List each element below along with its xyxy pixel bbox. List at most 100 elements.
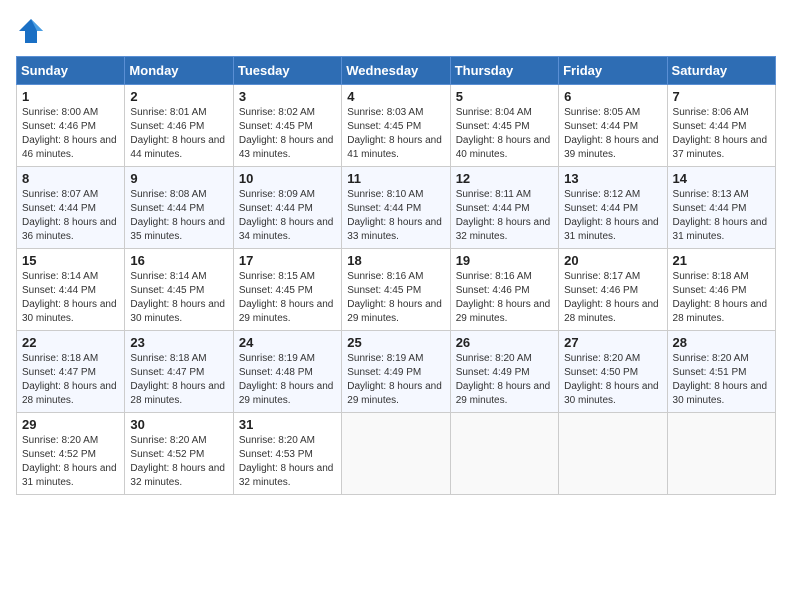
- day-number: 15: [22, 253, 119, 268]
- calendar-cell: 9 Sunrise: 8:08 AM Sunset: 4:44 PM Dayli…: [125, 167, 233, 249]
- calendar-cell: 23 Sunrise: 8:18 AM Sunset: 4:47 PM Dayl…: [125, 331, 233, 413]
- day-number: 14: [673, 171, 770, 186]
- calendar-cell: 10 Sunrise: 8:09 AM Sunset: 4:44 PM Dayl…: [233, 167, 341, 249]
- calendar-header-saturday: Saturday: [667, 57, 775, 85]
- calendar-cell: 15 Sunrise: 8:14 AM Sunset: 4:44 PM Dayl…: [17, 249, 125, 331]
- day-info: Sunrise: 8:02 AM Sunset: 4:45 PM Dayligh…: [239, 107, 334, 160]
- day-info: Sunrise: 8:03 AM Sunset: 4:45 PM Dayligh…: [347, 107, 442, 160]
- calendar-cell: [667, 413, 775, 495]
- day-number: 5: [456, 89, 553, 104]
- day-number: 3: [239, 89, 336, 104]
- calendar-header-thursday: Thursday: [450, 57, 558, 85]
- day-number: 13: [564, 171, 661, 186]
- day-info: Sunrise: 8:18 AM Sunset: 4:47 PM Dayligh…: [130, 353, 225, 406]
- day-info: Sunrise: 8:01 AM Sunset: 4:46 PM Dayligh…: [130, 107, 225, 160]
- calendar-cell: 20 Sunrise: 8:17 AM Sunset: 4:46 PM Dayl…: [559, 249, 667, 331]
- calendar-cell: 5 Sunrise: 8:04 AM Sunset: 4:45 PM Dayli…: [450, 85, 558, 167]
- day-number: 25: [347, 335, 444, 350]
- day-info: Sunrise: 8:14 AM Sunset: 4:44 PM Dayligh…: [22, 271, 117, 324]
- calendar-cell: 7 Sunrise: 8:06 AM Sunset: 4:44 PM Dayli…: [667, 85, 775, 167]
- day-info: Sunrise: 8:18 AM Sunset: 4:47 PM Dayligh…: [22, 353, 117, 406]
- day-info: Sunrise: 8:20 AM Sunset: 4:50 PM Dayligh…: [564, 353, 659, 406]
- day-number: 19: [456, 253, 553, 268]
- day-number: 21: [673, 253, 770, 268]
- calendar-week-2: 8 Sunrise: 8:07 AM Sunset: 4:44 PM Dayli…: [17, 167, 776, 249]
- day-info: Sunrise: 8:20 AM Sunset: 4:53 PM Dayligh…: [239, 435, 334, 488]
- calendar-header-sunday: Sunday: [17, 57, 125, 85]
- day-info: Sunrise: 8:16 AM Sunset: 4:45 PM Dayligh…: [347, 271, 442, 324]
- logo-icon: [16, 16, 46, 46]
- calendar-cell: 29 Sunrise: 8:20 AM Sunset: 4:52 PM Dayl…: [17, 413, 125, 495]
- day-number: 28: [673, 335, 770, 350]
- day-number: 10: [239, 171, 336, 186]
- day-number: 30: [130, 417, 227, 432]
- calendar-cell: 17 Sunrise: 8:15 AM Sunset: 4:45 PM Dayl…: [233, 249, 341, 331]
- calendar-cell: 18 Sunrise: 8:16 AM Sunset: 4:45 PM Dayl…: [342, 249, 450, 331]
- calendar-cell: 1 Sunrise: 8:00 AM Sunset: 4:46 PM Dayli…: [17, 85, 125, 167]
- day-info: Sunrise: 8:19 AM Sunset: 4:49 PM Dayligh…: [347, 353, 442, 406]
- calendar-cell: 24 Sunrise: 8:19 AM Sunset: 4:48 PM Dayl…: [233, 331, 341, 413]
- calendar-cell: 12 Sunrise: 8:11 AM Sunset: 4:44 PM Dayl…: [450, 167, 558, 249]
- day-info: Sunrise: 8:08 AM Sunset: 4:44 PM Dayligh…: [130, 189, 225, 242]
- day-info: Sunrise: 8:18 AM Sunset: 4:46 PM Dayligh…: [673, 271, 768, 324]
- calendar-header-row: SundayMondayTuesdayWednesdayThursdayFrid…: [17, 57, 776, 85]
- calendar-cell: 3 Sunrise: 8:02 AM Sunset: 4:45 PM Dayli…: [233, 85, 341, 167]
- calendar-cell: 8 Sunrise: 8:07 AM Sunset: 4:44 PM Dayli…: [17, 167, 125, 249]
- day-number: 29: [22, 417, 119, 432]
- calendar-cell: 11 Sunrise: 8:10 AM Sunset: 4:44 PM Dayl…: [342, 167, 450, 249]
- day-number: 12: [456, 171, 553, 186]
- day-info: Sunrise: 8:20 AM Sunset: 4:49 PM Dayligh…: [456, 353, 551, 406]
- day-info: Sunrise: 8:11 AM Sunset: 4:44 PM Dayligh…: [456, 189, 551, 242]
- day-number: 27: [564, 335, 661, 350]
- day-info: Sunrise: 8:06 AM Sunset: 4:44 PM Dayligh…: [673, 107, 768, 160]
- day-number: 6: [564, 89, 661, 104]
- day-number: 1: [22, 89, 119, 104]
- calendar-cell: 16 Sunrise: 8:14 AM Sunset: 4:45 PM Dayl…: [125, 249, 233, 331]
- calendar-cell: [450, 413, 558, 495]
- calendar-cell: 4 Sunrise: 8:03 AM Sunset: 4:45 PM Dayli…: [342, 85, 450, 167]
- calendar-week-3: 15 Sunrise: 8:14 AM Sunset: 4:44 PM Dayl…: [17, 249, 776, 331]
- day-info: Sunrise: 8:19 AM Sunset: 4:48 PM Dayligh…: [239, 353, 334, 406]
- day-number: 26: [456, 335, 553, 350]
- day-number: 4: [347, 89, 444, 104]
- calendar-cell: 25 Sunrise: 8:19 AM Sunset: 4:49 PM Dayl…: [342, 331, 450, 413]
- calendar-cell: 14 Sunrise: 8:13 AM Sunset: 4:44 PM Dayl…: [667, 167, 775, 249]
- day-info: Sunrise: 8:20 AM Sunset: 4:52 PM Dayligh…: [130, 435, 225, 488]
- day-info: Sunrise: 8:13 AM Sunset: 4:44 PM Dayligh…: [673, 189, 768, 242]
- day-number: 8: [22, 171, 119, 186]
- day-number: 16: [130, 253, 227, 268]
- calendar-body: 1 Sunrise: 8:00 AM Sunset: 4:46 PM Dayli…: [17, 85, 776, 495]
- calendar-week-4: 22 Sunrise: 8:18 AM Sunset: 4:47 PM Dayl…: [17, 331, 776, 413]
- day-number: 17: [239, 253, 336, 268]
- calendar-header-monday: Monday: [125, 57, 233, 85]
- day-info: Sunrise: 8:05 AM Sunset: 4:44 PM Dayligh…: [564, 107, 659, 160]
- day-number: 7: [673, 89, 770, 104]
- day-info: Sunrise: 8:20 AM Sunset: 4:51 PM Dayligh…: [673, 353, 768, 406]
- calendar-cell: 19 Sunrise: 8:16 AM Sunset: 4:46 PM Dayl…: [450, 249, 558, 331]
- day-number: 22: [22, 335, 119, 350]
- header: [16, 16, 776, 46]
- day-number: 9: [130, 171, 227, 186]
- calendar-cell: 26 Sunrise: 8:20 AM Sunset: 4:49 PM Dayl…: [450, 331, 558, 413]
- calendar-header-friday: Friday: [559, 57, 667, 85]
- calendar-cell: 21 Sunrise: 8:18 AM Sunset: 4:46 PM Dayl…: [667, 249, 775, 331]
- day-info: Sunrise: 8:16 AM Sunset: 4:46 PM Dayligh…: [456, 271, 551, 324]
- day-info: Sunrise: 8:12 AM Sunset: 4:44 PM Dayligh…: [564, 189, 659, 242]
- calendar-cell: 28 Sunrise: 8:20 AM Sunset: 4:51 PM Dayl…: [667, 331, 775, 413]
- day-info: Sunrise: 8:10 AM Sunset: 4:44 PM Dayligh…: [347, 189, 442, 242]
- day-number: 23: [130, 335, 227, 350]
- calendar-cell: 31 Sunrise: 8:20 AM Sunset: 4:53 PM Dayl…: [233, 413, 341, 495]
- calendar-cell: [559, 413, 667, 495]
- day-info: Sunrise: 8:00 AM Sunset: 4:46 PM Dayligh…: [22, 107, 117, 160]
- calendar-header-tuesday: Tuesday: [233, 57, 341, 85]
- day-number: 18: [347, 253, 444, 268]
- day-number: 20: [564, 253, 661, 268]
- calendar-week-1: 1 Sunrise: 8:00 AM Sunset: 4:46 PM Dayli…: [17, 85, 776, 167]
- calendar-cell: 22 Sunrise: 8:18 AM Sunset: 4:47 PM Dayl…: [17, 331, 125, 413]
- day-number: 11: [347, 171, 444, 186]
- calendar-table: SundayMondayTuesdayWednesdayThursdayFrid…: [16, 56, 776, 495]
- calendar-cell: [342, 413, 450, 495]
- day-info: Sunrise: 8:20 AM Sunset: 4:52 PM Dayligh…: [22, 435, 117, 488]
- calendar-week-5: 29 Sunrise: 8:20 AM Sunset: 4:52 PM Dayl…: [17, 413, 776, 495]
- day-number: 31: [239, 417, 336, 432]
